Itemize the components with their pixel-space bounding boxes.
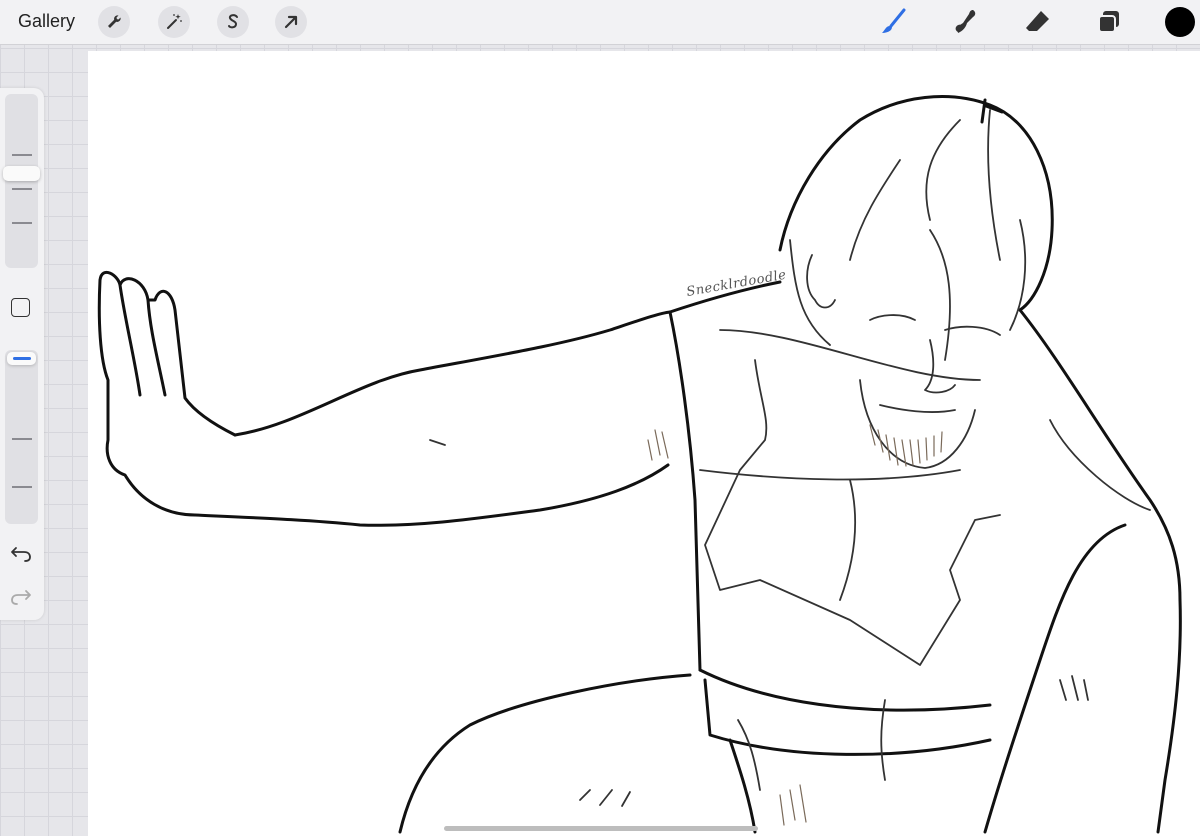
opacity-slider[interactable] [5,350,38,524]
brush-size-thumb[interactable] [3,166,40,181]
slider-tick [12,222,32,224]
undo-icon[interactable] [8,540,36,564]
home-indicator[interactable] [444,826,758,831]
slider-tick [12,486,32,488]
left-sidebar [0,88,44,620]
slider-tick [12,438,32,440]
brush-size-slider[interactable] [3,94,40,268]
line-art-drawing [97,95,1182,834]
slider-tick [12,154,32,156]
slider-tick [12,188,32,190]
redo-icon[interactable] [8,583,36,607]
modify-square-icon[interactable] [11,298,30,317]
opacity-thumb[interactable] [7,352,36,365]
